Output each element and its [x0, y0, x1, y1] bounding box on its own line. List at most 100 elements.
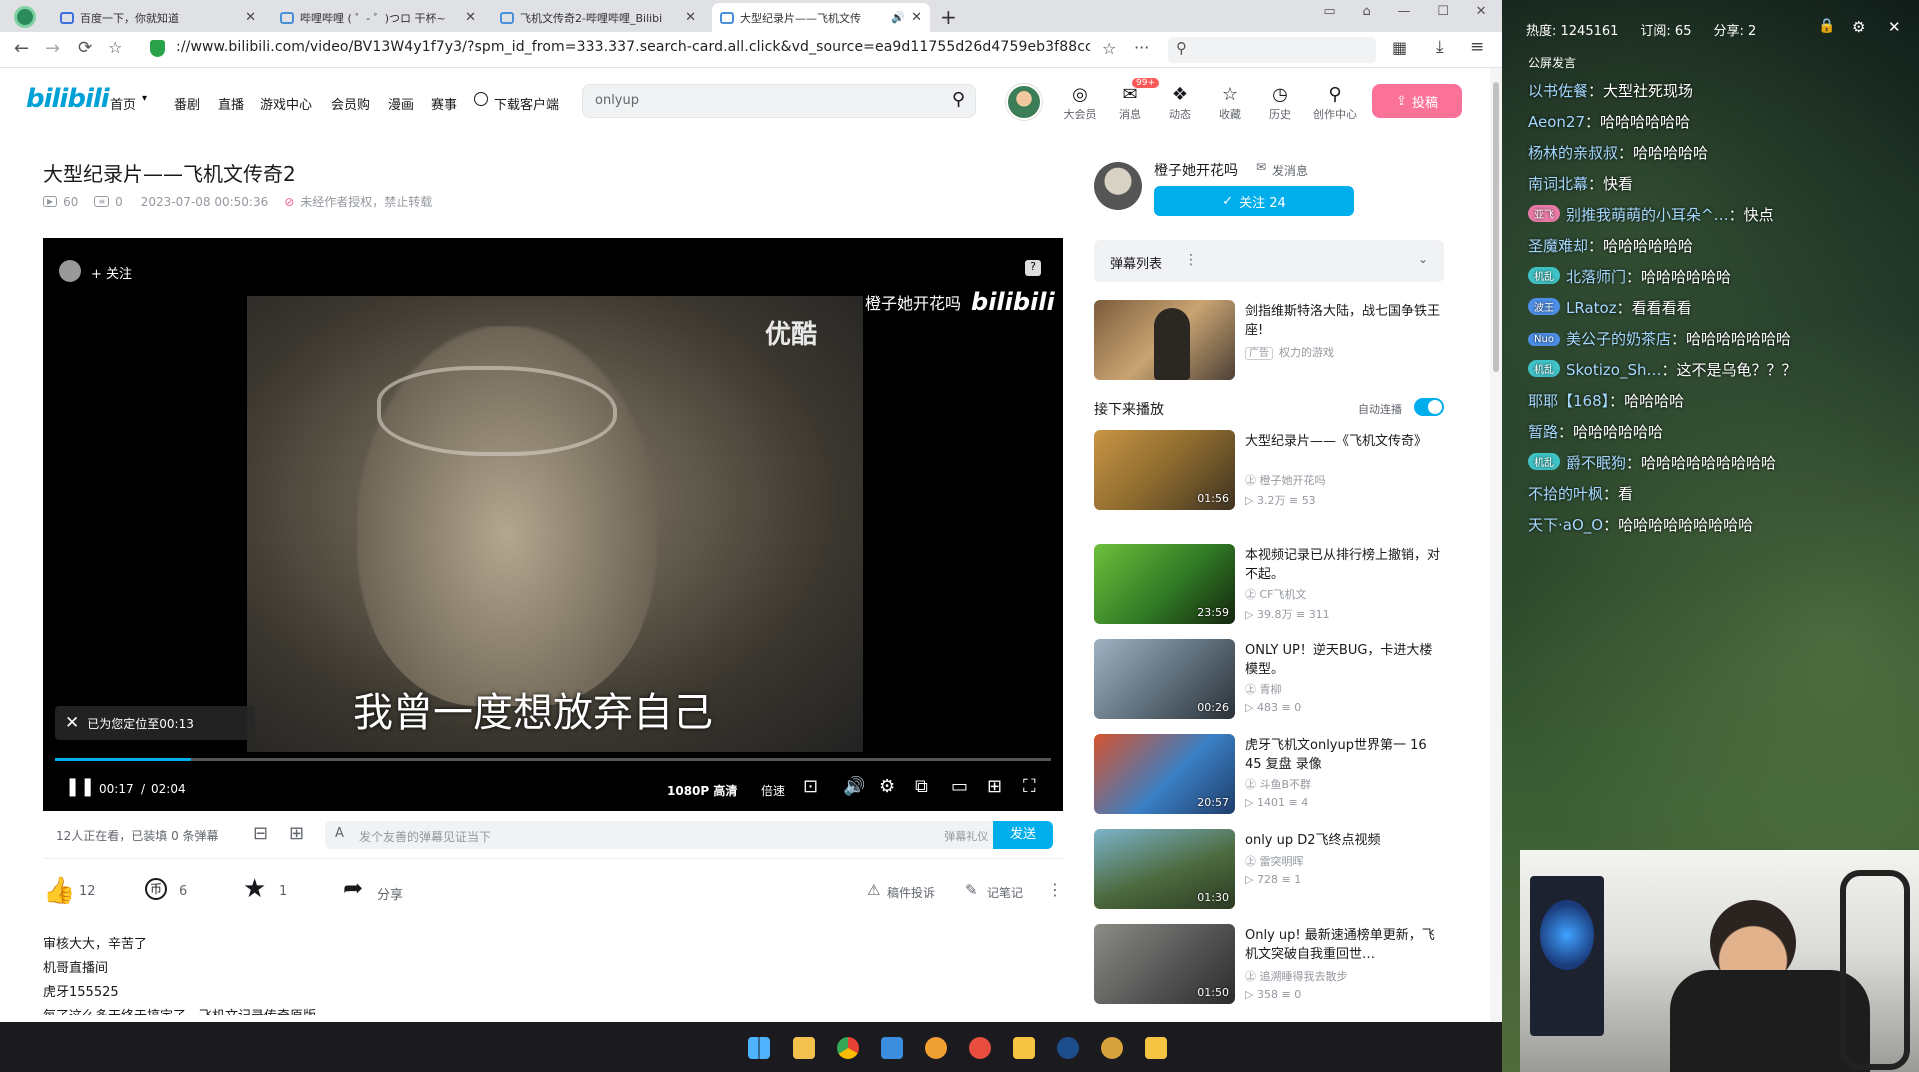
search-icon[interactable]: ⚲	[952, 89, 965, 110]
menu-icon[interactable]: ≡	[1470, 37, 1484, 57]
help-icon[interactable]: ?	[1025, 260, 1041, 276]
danmaku-input[interactable]: A 发个友善的弹幕见证当下 弹幕礼仪 >	[325, 821, 1013, 849]
header-vip[interactable]: ◎ 大会员	[1060, 84, 1100, 122]
favorite-star-icon[interactable]: ☆	[1102, 39, 1116, 58]
speaker-icon[interactable]: 🔊	[891, 11, 905, 24]
recommendation-card[interactable]: 01:56 大型纪录片——《飞机文传奇》 ㊤ 橙子她开花吗 ▷ 3.2万 ≡ 5…	[1094, 430, 1450, 512]
settings-icon[interactable]: ⚙	[879, 776, 895, 797]
search-bar[interactable]: onlyup ⚲	[582, 84, 976, 118]
close-icon[interactable]: ✕	[685, 10, 696, 25]
nav-game-center[interactable]: 游戏中心	[260, 94, 312, 113]
nav-live[interactable]: 直播	[218, 94, 244, 113]
app-icon[interactable]	[1013, 1037, 1035, 1059]
bilibili-logo[interactable]: bilibili	[26, 84, 110, 114]
quality-button[interactable]: 1080P 高清	[667, 782, 737, 799]
note-label[interactable]: 记笔记	[987, 884, 1023, 901]
bookmark-star-icon[interactable]: ☆	[108, 38, 122, 57]
maximize-icon[interactable]: ☐	[1437, 4, 1449, 24]
more-icon[interactable]: ···	[1134, 38, 1149, 57]
recommendation-card[interactable]: 01:30 only up D2飞终点视频 ㊤ 雷突明晖 ▷ 728 ≡ 1	[1094, 829, 1450, 911]
file-explorer-icon[interactable]	[793, 1037, 815, 1059]
settings-icon[interactable]: ⚙	[1852, 18, 1865, 36]
avatar[interactable]	[1006, 84, 1042, 120]
browser-search-box[interactable]: ⚲	[1168, 37, 1376, 63]
nav-mall[interactable]: 会员购	[331, 94, 370, 113]
back-icon[interactable]: ←	[14, 38, 29, 59]
recommendation-card[interactable]: 01:50 Only up! 最新速通榜单更新，飞机文突破自我重回世… ㊤ 追溯…	[1094, 924, 1450, 1006]
download-icon[interactable]: ⤓	[1436, 37, 1444, 57]
danmaku-settings-icon[interactable]: ⊞	[289, 823, 304, 844]
follow-button[interactable]: ✓ 关注 24	[1154, 186, 1354, 216]
nav-home[interactable]: 首页	[110, 94, 136, 113]
header-creator[interactable]: ⚲ 创作中心	[1310, 84, 1360, 122]
volume-icon[interactable]: 🔊	[843, 776, 865, 797]
store-icon[interactable]	[881, 1037, 903, 1059]
ad-card[interactable]: 剑指维斯特洛大陆，战七国争铁王座! 广告 权力的游戏	[1094, 300, 1450, 382]
share-icon[interactable]: ➦	[343, 874, 363, 902]
upload-button[interactable]: ⇪ 投稿	[1372, 84, 1462, 118]
more-vertical-icon[interactable]: ⋮	[1047, 880, 1063, 899]
uploader-name[interactable]: 橙子她开花吗	[1154, 160, 1238, 180]
close-icon[interactable]: ✕	[465, 10, 476, 25]
share-label[interactable]: 分享	[377, 884, 403, 903]
app-icon[interactable]	[1101, 1037, 1123, 1059]
windows-start-icon[interactable]	[748, 1037, 770, 1059]
window-close-icon[interactable]: ✕	[1476, 4, 1487, 24]
star-icon[interactable]: ★	[243, 874, 266, 904]
recommendation-card[interactable]: 23:59 本视频记录已从排行榜上撤销，对不起。 ㊤ CF飞机文 ▷ 39.8万…	[1094, 544, 1450, 626]
header-history[interactable]: ◷ 历史	[1260, 84, 1300, 122]
note-icon[interactable]: ✎	[965, 881, 978, 899]
app-icon[interactable]	[1145, 1037, 1167, 1059]
nav-download-client[interactable]: 下载客户端	[494, 94, 559, 113]
recommendation-card[interactable]: 00:26 ONLY UP！逆天BUG，卡进大楼模型。 ㊤ 青柳 ▷ 483 ≡…	[1094, 639, 1450, 721]
close-icon[interactable]: ✕	[1888, 18, 1901, 36]
more-vertical-icon[interactable]: ⋮	[1184, 252, 1198, 268]
subtitle-toggle-icon[interactable]: ⊡	[803, 776, 818, 797]
app-icon[interactable]	[925, 1037, 947, 1059]
speed-button[interactable]: 倍速	[761, 782, 785, 799]
lock-icon[interactable]: 🔒	[1818, 18, 1835, 34]
reload-icon[interactable]: ⟳	[78, 38, 92, 58]
nav-anime[interactable]: 番剧	[174, 94, 200, 113]
font-style-icon[interactable]: A	[335, 826, 344, 841]
tab-current-video[interactable]: 大型纪录片——飞机文传 🔊 ✕	[712, 3, 930, 32]
nav-manga[interactable]: 漫画	[388, 94, 414, 113]
tab-baidu[interactable]: 百度一下，你就知道 ✕	[52, 3, 264, 32]
tab-feijiwen2[interactable]: 飞机文传奇2-哔哩哔哩_Bilibi ✕	[492, 3, 704, 32]
progress-track[interactable]	[55, 758, 1051, 761]
close-icon[interactable]: ✕	[245, 10, 256, 25]
pause-icon[interactable]: ❚❚	[65, 776, 95, 797]
nav-esports[interactable]: 赛事	[431, 94, 457, 113]
new-tab-button[interactable]: +	[940, 5, 957, 29]
fullscreen-icon[interactable]: ⛶	[1023, 776, 1036, 797]
send-message-link[interactable]: 发消息	[1272, 162, 1308, 179]
page-scrollbar[interactable]	[1490, 68, 1502, 1022]
tab-list-icon[interactable]: ▭	[1323, 4, 1335, 24]
apps-grid-icon[interactable]: ▦	[1392, 38, 1407, 57]
scrollbar-thumb[interactable]	[1493, 82, 1499, 372]
minimize-icon[interactable]: —	[1397, 4, 1410, 24]
recommendation-card[interactable]: 20:57 虎牙飞机文onlyup世界第一 16 45 复盘 录像 ㊤ 斗鱼B不…	[1094, 734, 1450, 816]
player-follow-button[interactable]: + 关注	[91, 263, 132, 282]
report-icon[interactable]: ⚠	[867, 881, 880, 899]
url-field[interactable]: ://www.bilibili.com/video/BV13W4y1f7y3/?…	[176, 39, 1090, 55]
header-dynamic[interactable]: ❖ 动态	[1160, 84, 1200, 122]
tab-bilibili-home[interactable]: 哔哩哔哩 ( ゜- ゜)つロ 干杯~ ✕	[272, 3, 484, 32]
search-input[interactable]: onlyup	[595, 93, 639, 108]
chevron-down-icon[interactable]: ⌄	[1418, 252, 1428, 266]
report-label[interactable]: 稿件投诉	[887, 884, 935, 901]
like-icon[interactable]: 👍	[43, 876, 75, 906]
pin-icon[interactable]: ⌂	[1362, 4, 1370, 24]
pip-icon[interactable]: ⧉	[915, 776, 928, 797]
coin-icon[interactable]: 币	[145, 878, 167, 900]
video-player[interactable]: + 关注 ? 优酷 橙子她开花吗 bilibili 我曾一度想放弃自己 ✕ 已为…	[43, 238, 1063, 811]
danmaku-list-panel[interactable]: 弹幕列表 ⋮ ⌄	[1094, 240, 1444, 282]
app-icon[interactable]	[969, 1037, 991, 1059]
widescreen-icon[interactable]: ▭	[951, 776, 968, 797]
autoplay-toggle[interactable]	[1414, 398, 1444, 416]
close-icon[interactable]: ✕	[911, 10, 922, 25]
close-icon[interactable]: ✕	[65, 713, 79, 733]
chrome-icon[interactable]	[837, 1037, 859, 1059]
danmaku-toggle-icon[interactable]: ⊟	[253, 823, 268, 844]
header-favorite[interactable]: ☆ 收藏	[1210, 84, 1250, 122]
